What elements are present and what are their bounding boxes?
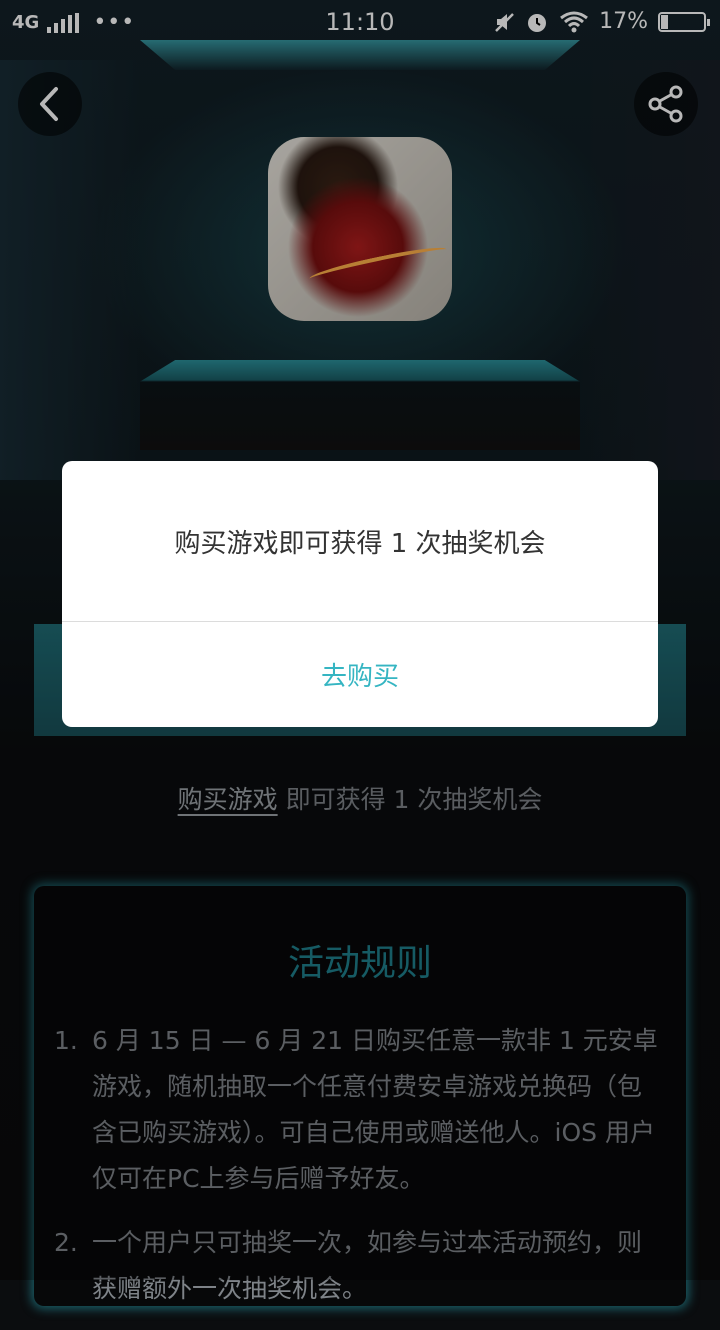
dialog-message: 购买游戏即可获得 1 次抽奖机会	[174, 528, 546, 559]
purchase-dialog: 购买游戏即可获得 1 次抽奖机会 去购买	[62, 461, 658, 727]
go-buy-button[interactable]: 去购买	[62, 622, 658, 727]
